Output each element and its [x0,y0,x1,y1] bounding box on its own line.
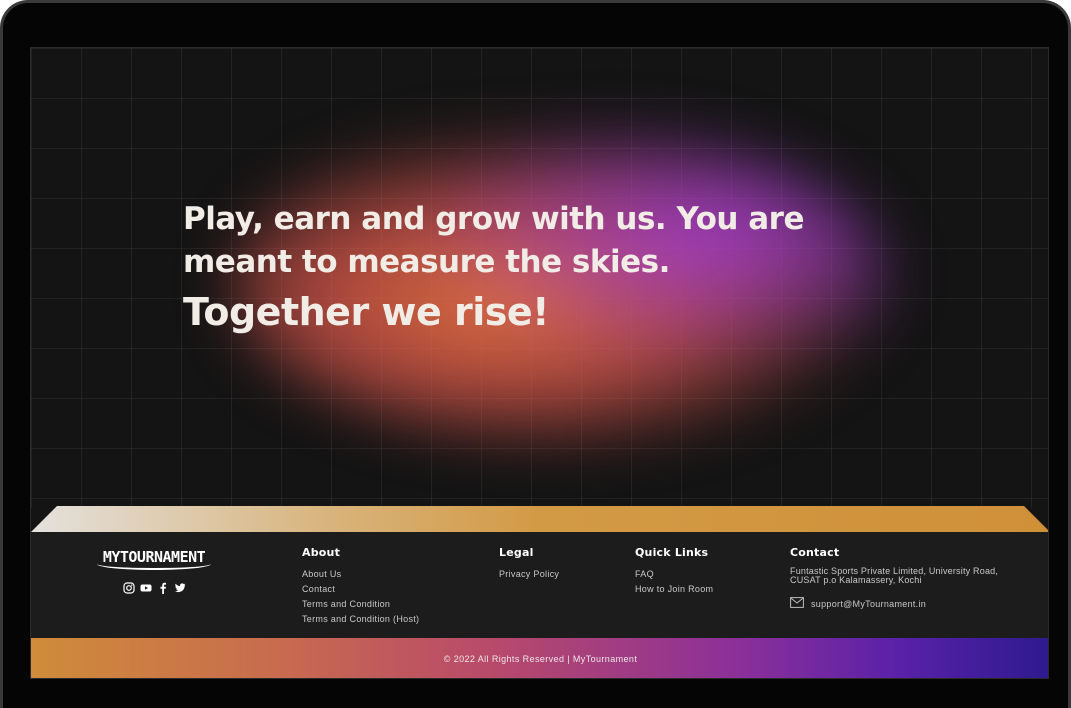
link-contact[interactable]: Contact [302,582,419,597]
copyright-bar: © 2022 All Rights Reserved | MyTournamen… [31,638,1048,678]
copyright-text: © 2022 All Rights Reserved | MyTournamen… [443,654,638,664]
hero-headline: Play, earn and grow with us. You are mea… [183,198,903,338]
twitter-icon[interactable] [174,582,186,594]
link-terms[interactable]: Terms and Condition [302,597,419,612]
link-privacy-policy[interactable]: Privacy Policy [499,567,559,582]
mail-icon [790,595,804,613]
hero-line-2: meant to measure the skies. [183,244,670,280]
about-heading: About [302,546,341,559]
facebook-icon[interactable] [157,582,169,594]
link-terms-host[interactable]: Terms and Condition (Host) [302,612,419,627]
hero-section: Play, earn and grow with us. You are mea… [31,48,1048,508]
quick-links-heading: Quick Links [635,546,709,559]
footer-col-legal: Legal Privacy Policy [499,546,559,582]
youtube-icon[interactable] [140,582,152,594]
footer-col-quick-links: Quick Links FAQ How to Join Room [635,546,713,597]
footer: MYTOURNAMENT About About Us Contact Term… [31,532,1048,638]
link-faq[interactable]: FAQ [635,567,713,582]
link-about-us[interactable]: About Us [302,567,419,582]
link-how-to-join-room[interactable]: How to Join Room [635,582,713,597]
contact-email[interactable]: support@MyTournament.in [811,599,926,609]
social-links [123,582,186,594]
instagram-icon[interactable] [123,582,135,594]
hero-line-3: Together we rise! [183,290,550,334]
footer-col-about: About About Us Contact Terms and Conditi… [302,546,419,627]
legal-heading: Legal [499,546,534,559]
footer-logo[interactable]: MYTOURNAMENT [97,548,211,570]
contact-email-row[interactable]: support@MyTournament.in [790,595,1000,613]
screen: Play, earn and grow with us. You are mea… [30,47,1049,679]
footer-top-band [31,506,1048,532]
hero-line-1: Play, earn and grow with us. You are [183,201,804,237]
contact-heading: Contact [790,546,840,559]
footer-col-contact: Contact Funtastic Sports Private Limited… [790,546,1000,613]
laptop-frame: Play, earn and grow with us. You are mea… [0,0,1071,708]
contact-address: Funtastic Sports Private Limited, Univer… [790,566,999,585]
